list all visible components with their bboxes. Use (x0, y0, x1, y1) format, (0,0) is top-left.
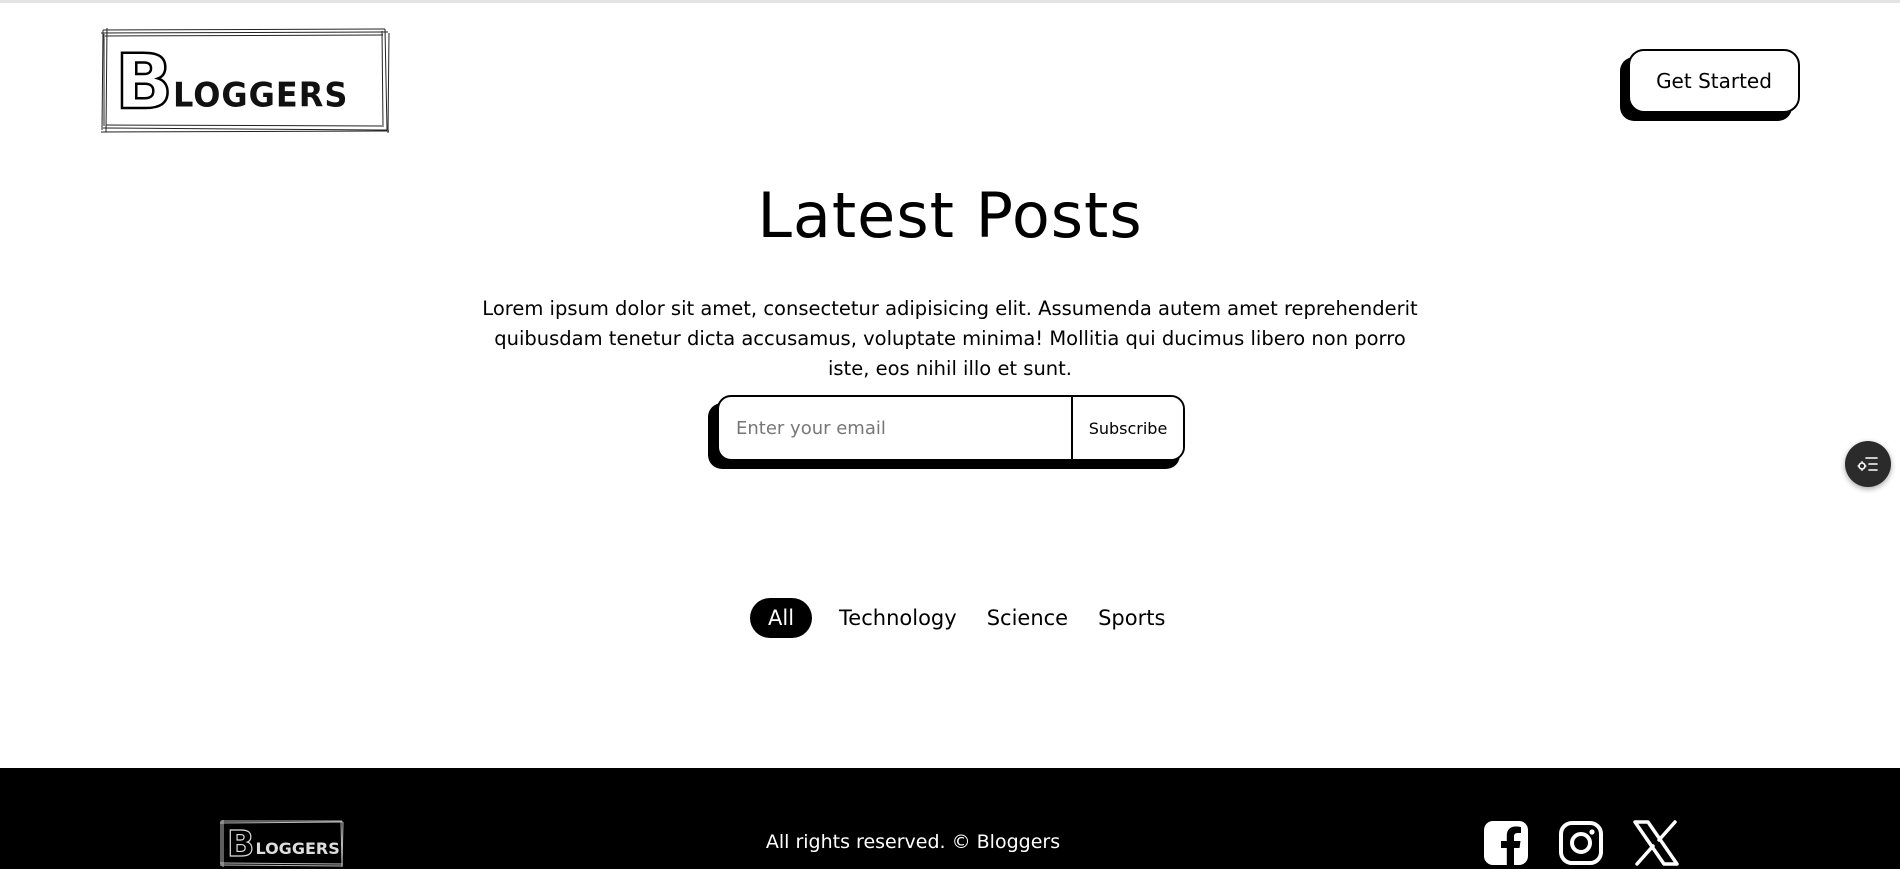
email-input[interactable] (719, 397, 1071, 459)
tab-science[interactable]: Science (972, 598, 1083, 638)
page-title: Latest Posts (757, 179, 1143, 252)
hero-description: Lorem ipsum dolor sit amet, consectetur … (482, 297, 1418, 380)
get-started-button[interactable]: Get Started (1628, 49, 1800, 113)
instagram-icon[interactable] (1558, 820, 1604, 866)
copyright-text: All rights reserved. © Bloggers (765, 831, 1061, 853)
floating-menu-button[interactable] (1845, 441, 1891, 487)
tab-all[interactable]: All (750, 598, 813, 638)
site-logo[interactable]: B LOGGERS (101, 28, 390, 134)
get-started-wrapper: Get Started (1620, 49, 1800, 121)
subscribe-button[interactable]: Subscribe (1071, 397, 1183, 459)
logo-initial: B (114, 37, 174, 126)
facebook-icon[interactable] (1483, 820, 1529, 866)
tab-technology[interactable]: Technology (824, 598, 972, 638)
category-tabs: All Technology Science Sports (750, 598, 1180, 638)
tab-sports[interactable]: Sports (1083, 598, 1180, 638)
settings-list-icon (1857, 457, 1878, 471)
x-icon[interactable] (1633, 820, 1679, 866)
subscribe-box: Subscribe (717, 395, 1185, 461)
subscribe-form: Subscribe (708, 395, 1185, 469)
logo-wordmark: B LOGGERS (114, 37, 349, 126)
top-border (0, 0, 1900, 3)
copyright-wrapper: All rights reserved. © Bloggers (0, 831, 1900, 853)
footer: B LOGGERS (0, 768, 1900, 869)
logo-text: LOGGERS (172, 75, 349, 115)
